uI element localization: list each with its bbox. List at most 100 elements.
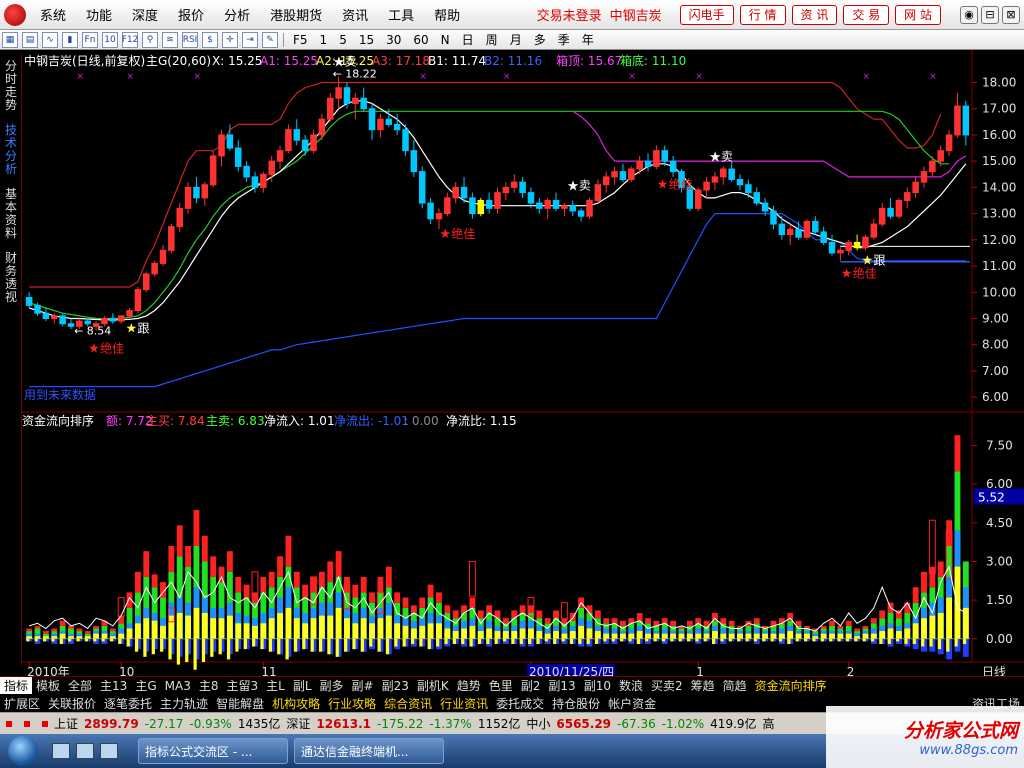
period-F5[interactable]: F5	[287, 33, 314, 47]
quick-button[interactable]: 闪电手	[679, 4, 734, 25]
menu-item-功能[interactable]: 功能	[76, 5, 122, 24]
desktop-icon[interactable]	[52, 743, 70, 759]
pen-icon[interactable]: ✎	[262, 31, 278, 48]
menu-item-资讯[interactable]: 资讯	[332, 5, 378, 24]
period-15[interactable]: 15	[353, 33, 380, 47]
rsi-icon[interactable]: RSI	[182, 31, 198, 48]
indicator-tab[interactable]: 买卖2	[647, 677, 687, 694]
left-tab[interactable]: 财务透视	[3, 252, 19, 304]
f12-icon[interactable]: F12	[122, 31, 138, 48]
monitor-icon[interactable]	[76, 743, 94, 759]
period-年[interactable]: 年	[576, 31, 600, 48]
menu-item-工具[interactable]: 工具	[378, 5, 424, 24]
indicator-tab[interactable]: 指标	[0, 677, 33, 694]
quick-button[interactable]: 资 讯	[791, 4, 838, 25]
indicator-tab[interactable]: 模板	[32, 677, 64, 694]
extension-tab[interactable]: 扩展区	[0, 695, 44, 712]
indicator-tab[interactable]: 副L	[289, 677, 316, 694]
flow-bar-stack	[134, 571, 141, 593]
line-icon[interactable]: ∿	[42, 31, 58, 48]
browser-icon[interactable]	[100, 743, 118, 759]
indicator-tab[interactable]: 筹趋	[687, 677, 719, 694]
indicator-tab[interactable]: 副2	[517, 677, 545, 694]
extension-tab[interactable]: 行业攻略	[324, 695, 380, 712]
flow-bar-stack	[452, 610, 459, 619]
indicator-tab[interactable]: 副23	[378, 677, 413, 694]
extension-tab[interactable]: 委托成交	[492, 695, 548, 712]
period-多[interactable]: 多	[528, 31, 552, 48]
period-日[interactable]: 日	[456, 31, 480, 48]
extension-tab[interactable]: 持仓股份	[548, 695, 604, 712]
indicator-tab[interactable]: 主留3	[222, 677, 262, 694]
minimize-icon[interactable]: ⊟	[981, 5, 999, 24]
extension-tab[interactable]: 行业资讯	[436, 695, 492, 712]
extension-tab[interactable]: 关联报价	[44, 695, 100, 712]
menu-item-港股期货[interactable]: 港股期货	[260, 5, 332, 24]
period-月[interactable]: 月	[504, 31, 528, 48]
price-tick-label: 10.00	[982, 285, 1016, 299]
period-30[interactable]: 30	[380, 33, 407, 47]
extension-tab[interactable]: 智能解盘	[212, 695, 268, 712]
indicator-tab[interactable]: 资金流向排序	[751, 677, 831, 694]
menu-item-报价[interactable]: 报价	[168, 5, 214, 24]
start-button-icon[interactable]	[8, 736, 38, 766]
period-5[interactable]: 5	[333, 33, 353, 47]
indicator-tab[interactable]: 趋势	[453, 677, 485, 694]
flow-bar-outflow-yellow	[879, 638, 883, 644]
taskbar-app-button[interactable]: 指标公式交流区 - ...	[138, 738, 288, 764]
extension-tab[interactable]: 综合资讯	[380, 695, 436, 712]
period-1[interactable]: 1	[314, 33, 334, 47]
money-icon[interactable]: $	[202, 31, 218, 48]
indicator-tab[interactable]: 全部	[64, 677, 96, 694]
menu-item-系统[interactable]: 系统	[30, 5, 76, 24]
indicator-tab[interactable]: 主8	[195, 677, 223, 694]
menu-item-分析[interactable]: 分析	[214, 5, 260, 24]
wave-icon[interactable]: ≋	[162, 31, 178, 48]
restore-icon[interactable]: ◉	[960, 5, 978, 24]
indicator-tab[interactable]: 副多	[316, 677, 348, 694]
indicator-tab[interactable]: 简趋	[719, 677, 751, 694]
arrow-icon[interactable]: ⇥	[242, 31, 258, 48]
fn-icon[interactable]: Fn	[82, 31, 98, 48]
menu-item-帮助[interactable]: 帮助	[424, 5, 470, 24]
taskbar-app-button[interactable]: 通达信金融终端机...	[294, 738, 444, 764]
indicator-tab[interactable]: MA3	[161, 679, 195, 693]
quick-button[interactable]: 行 情	[739, 4, 786, 25]
indicator-tab[interactable]: 主13	[96, 677, 131, 694]
extension-tab[interactable]: 机构攻略	[268, 695, 324, 712]
cross-icon[interactable]: ✛	[222, 31, 238, 48]
indicator-tab[interactable]: 副13	[544, 677, 579, 694]
chart-area[interactable]: × × × × × × × × × 中钢吉炭(日线,前复权) 主G(20,60) X: 15.2…	[22, 50, 1024, 682]
indicator-tab[interactable]: 副机K	[413, 677, 453, 694]
candle-body	[209, 155, 217, 186]
indicator-tab[interactable]: 色里	[485, 677, 517, 694]
left-tab[interactable]: 分时走势	[3, 60, 19, 112]
period-N[interactable]: N	[435, 33, 456, 47]
indicator-tab[interactable]: 副10	[580, 677, 615, 694]
ticker-extra: 高	[762, 717, 775, 731]
chart-svg[interactable]: × × × × × × × × × 中钢吉炭(日线,前复权) 主G(20,60) X: 15.2…	[22, 50, 1024, 682]
quick-button[interactable]: 交 易	[843, 4, 890, 25]
left-tab[interactable]: 技术分析	[3, 124, 19, 176]
bar-icon[interactable]: ▮	[62, 31, 78, 48]
close-icon[interactable]: ⊠	[1002, 5, 1020, 24]
signal-cross-mark: ×	[628, 72, 636, 82]
indicator-tab[interactable]: 数浪	[615, 677, 647, 694]
quick-button[interactable]: 网 站	[895, 4, 941, 25]
extension-tab[interactable]: 帐户资金	[604, 695, 660, 712]
period-60[interactable]: 60	[407, 33, 434, 47]
extension-tab[interactable]: 逐笔委托	[100, 695, 156, 712]
grid-icon[interactable]: ▦	[2, 31, 18, 48]
indicator-tab[interactable]: 主L	[262, 677, 289, 694]
search-icon[interactable]: ⚲	[142, 31, 158, 48]
sell-star-icon: ★	[709, 150, 722, 166]
table-icon[interactable]: ▤	[22, 31, 38, 48]
extension-tab[interactable]: 主力轨迹	[156, 695, 212, 712]
indicator-tab[interactable]: 副#	[348, 677, 378, 694]
indicator-tab[interactable]: 主G	[131, 677, 160, 694]
period-季[interactable]: 季	[552, 31, 576, 48]
left-tab[interactable]: 基本资料	[3, 188, 19, 240]
menu-item-深度[interactable]: 深度	[122, 5, 168, 24]
f10-icon[interactable]: 10	[102, 31, 118, 48]
period-周[interactable]: 周	[480, 31, 504, 48]
